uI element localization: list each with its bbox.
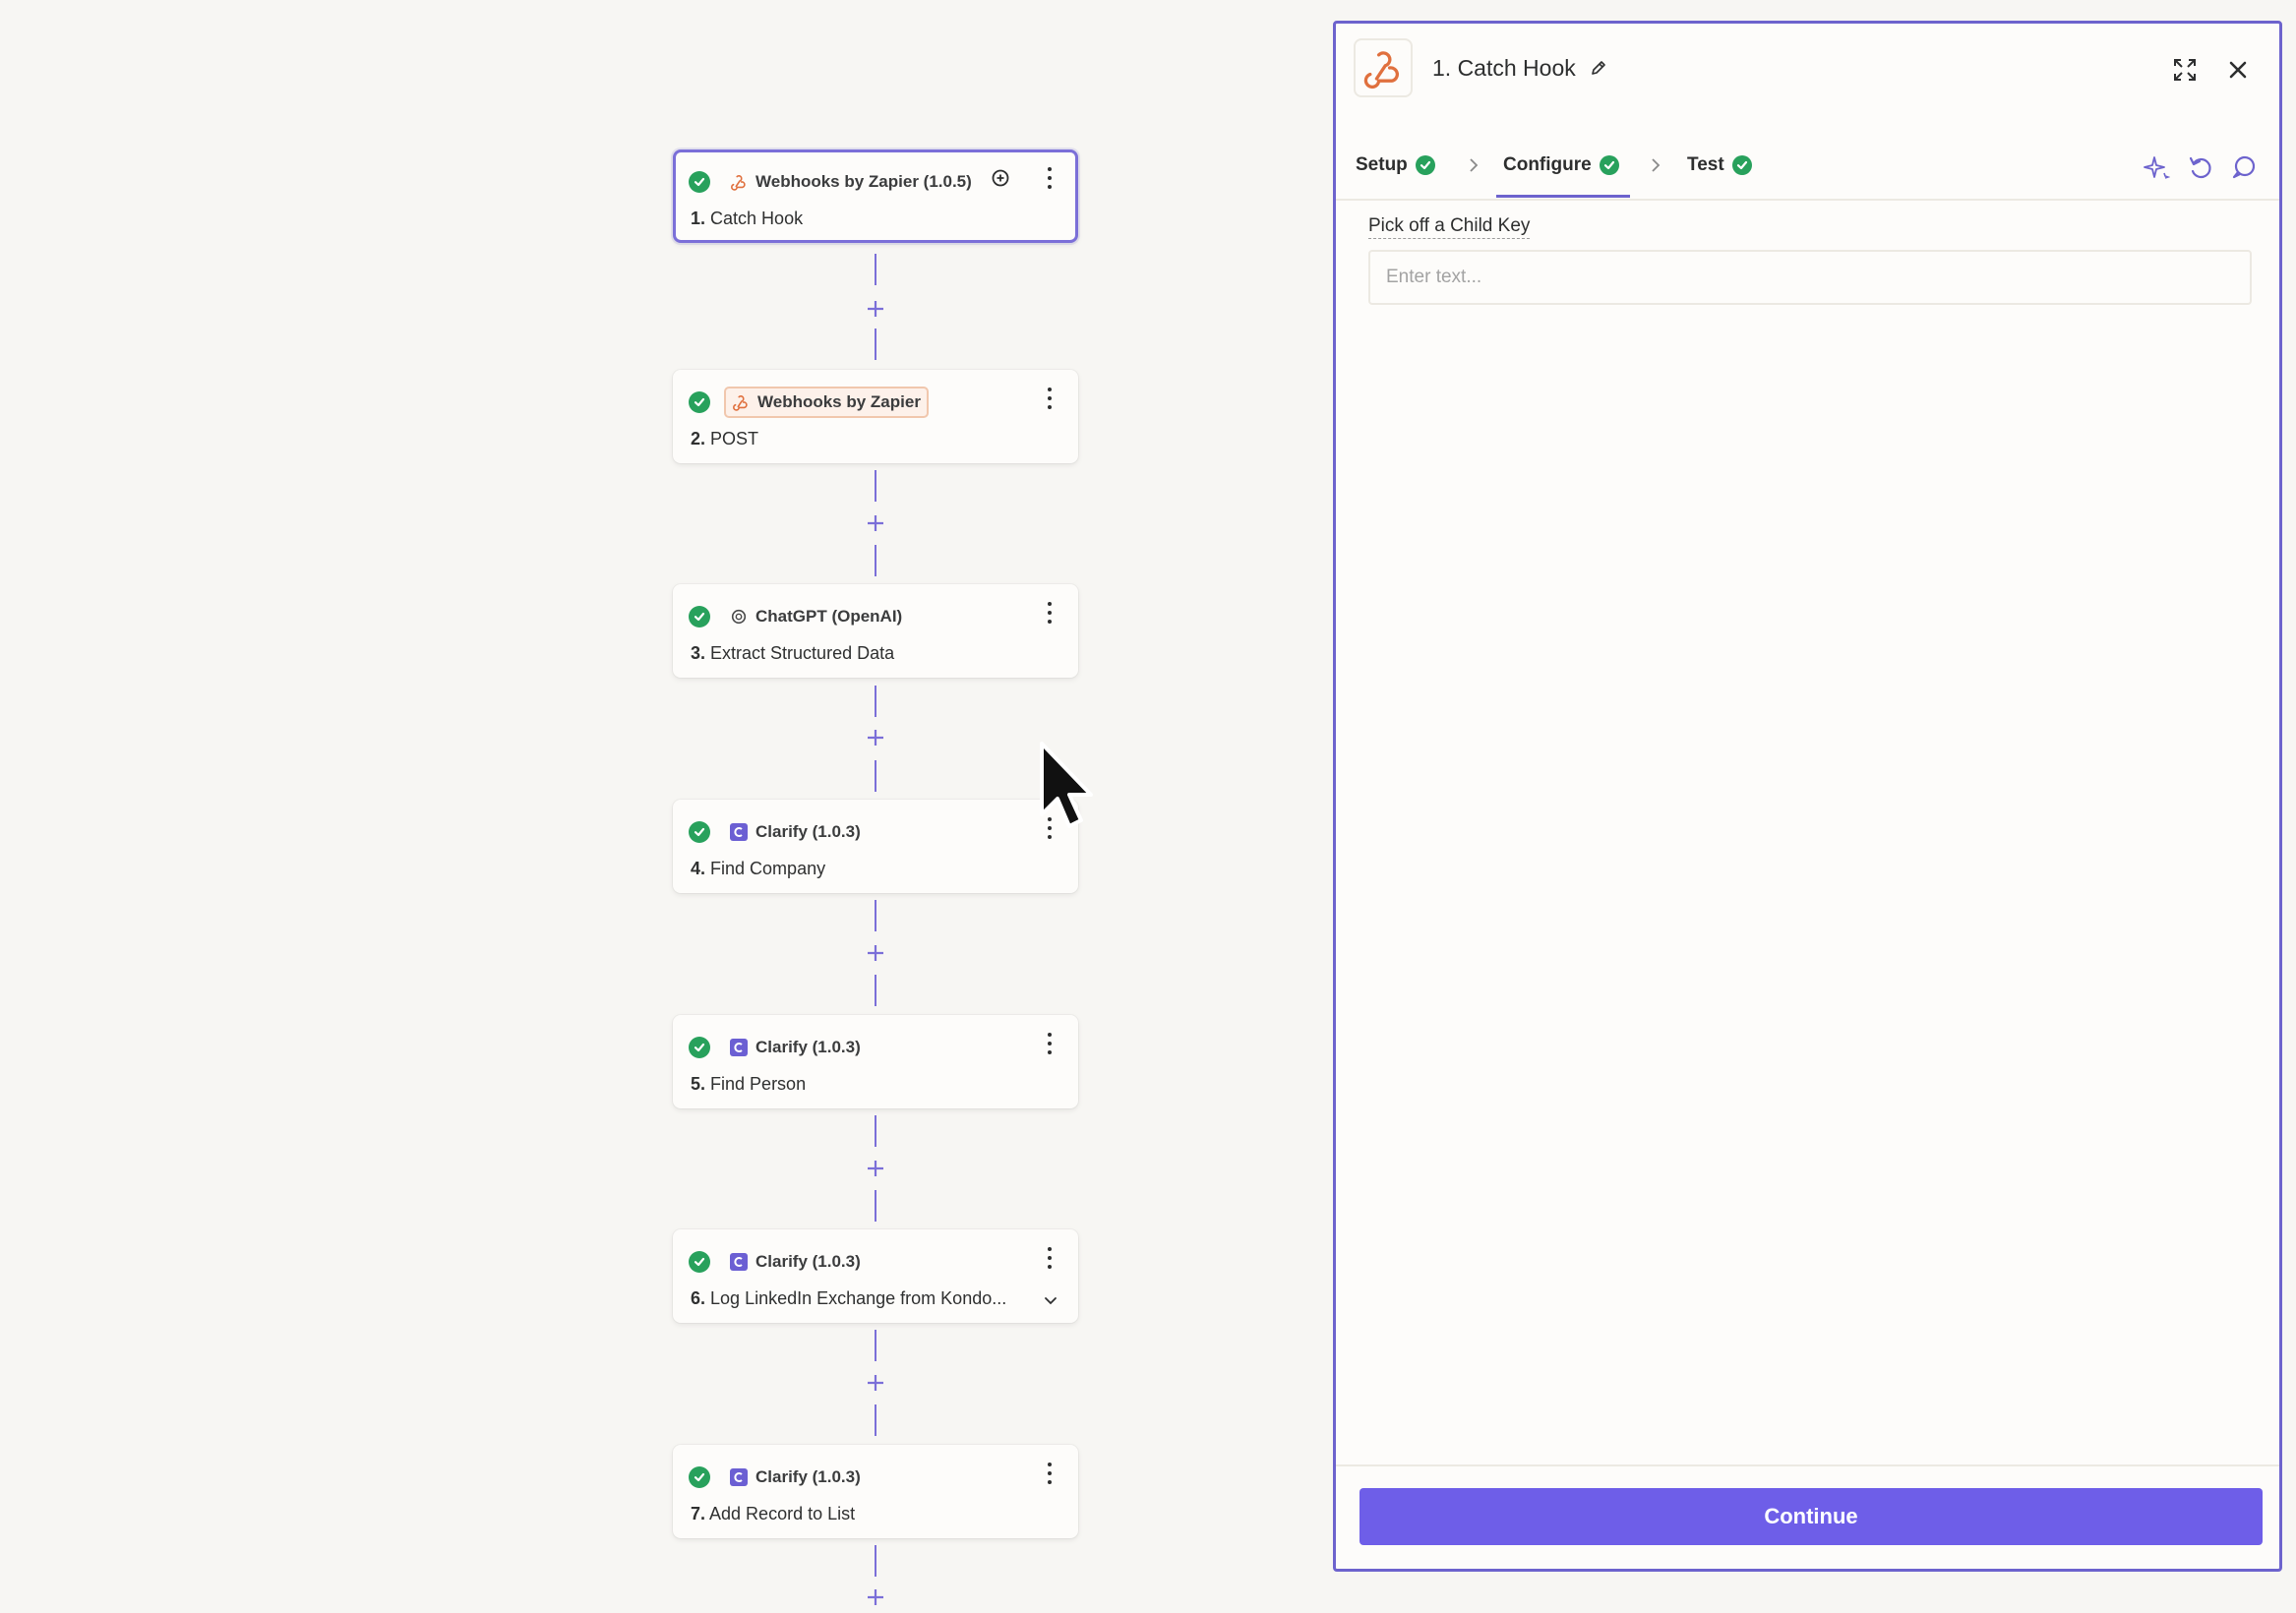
check-icon <box>689 606 710 627</box>
check-icon <box>689 171 710 193</box>
clarify-icon <box>730 1253 748 1271</box>
panel-header: 1. Catch Hook <box>1336 24 2279 118</box>
connector-line <box>875 1330 876 1361</box>
tab-setup[interactable]: Setup <box>1356 149 1435 181</box>
connector-line <box>875 545 876 576</box>
step-title: 2. POST <box>691 429 759 448</box>
connector-line <box>875 1115 876 1147</box>
connector-line <box>875 1190 876 1222</box>
connector-line <box>875 1404 876 1436</box>
kebab-menu-icon[interactable] <box>1045 165 1055 191</box>
connector-line <box>875 975 876 1006</box>
connector-line <box>875 329 876 360</box>
clarify-icon <box>730 1468 748 1486</box>
step-card-3[interactable]: ChatGPT (OpenAI) 3. Extract Structured D… <box>673 584 1078 678</box>
step-card-1[interactable]: Webhooks by Zapier (1.0.5) 1. Catch Hook <box>673 149 1078 243</box>
tab-label: Test <box>1687 154 1724 175</box>
openai-icon <box>730 608 748 626</box>
check-icon <box>689 821 710 843</box>
ai-sparkle-icon[interactable] <box>2143 153 2170 181</box>
app-chip: Clarify (1.0.3) <box>724 818 867 846</box>
step-tabs: Setup Configure Test <box>1336 132 2279 201</box>
check-icon <box>689 1037 710 1058</box>
kebab-menu-icon[interactable] <box>1045 1461 1055 1486</box>
connector-line <box>875 470 876 502</box>
step-card-5[interactable]: Clarify (1.0.3) 5. Find Person <box>673 1015 1078 1108</box>
app-name: Clarify (1.0.3) <box>755 822 861 841</box>
child-key-label: Pick off a Child Key <box>1368 215 1531 239</box>
app-chip: ChatGPT (OpenAI) <box>724 603 908 630</box>
connector-line <box>875 686 876 717</box>
chevron-right-icon <box>1470 158 1479 172</box>
app-name: Clarify (1.0.3) <box>755 1252 861 1271</box>
pencil-icon[interactable] <box>1589 58 1608 78</box>
check-icon <box>1599 155 1619 175</box>
app-chip: Clarify (1.0.3) <box>724 1464 867 1491</box>
step-title: 6. Log LinkedIn Exchange from Kondo... <box>691 1288 1007 1308</box>
step-card-2[interactable]: Webhooks by Zapier 2. POST <box>673 370 1078 463</box>
tab-test[interactable]: Test <box>1687 149 1752 181</box>
active-tab-indicator <box>1496 195 1630 198</box>
app-chip: Webhooks by Zapier (1.0.5) <box>724 168 978 196</box>
mouse-cursor-icon <box>1040 742 1093 828</box>
app-chip: Clarify (1.0.3) <box>724 1248 867 1276</box>
add-step-icon[interactable] <box>866 299 885 319</box>
undo-icon[interactable] <box>2187 153 2214 181</box>
workflow-canvas[interactable]: Webhooks by Zapier (1.0.5) 1. Catch Hook… <box>0 0 1318 1613</box>
chevron-down-icon[interactable] <box>1043 1292 1058 1308</box>
add-step-icon[interactable] <box>866 943 885 963</box>
webhook-icon <box>1354 38 1413 97</box>
continue-button[interactable]: Continue <box>1359 1488 2263 1545</box>
step-details-panel: 1. Catch Hook Setup Configure Test Pick … <box>1333 21 2282 1572</box>
step-title: 3. Extract Structured Data <box>691 643 895 663</box>
tab-label: Configure <box>1503 154 1592 175</box>
kebab-menu-icon[interactable] <box>1045 1031 1055 1056</box>
panel-title[interactable]: 1. Catch Hook <box>1432 55 1576 82</box>
webhook-icon <box>730 173 748 191</box>
app-chip: Clarify (1.0.3) <box>724 1034 867 1061</box>
clarify-icon <box>730 823 748 841</box>
chevron-right-icon <box>1652 158 1661 172</box>
add-step-icon[interactable] <box>866 513 885 533</box>
add-step-icon[interactable] <box>866 1373 885 1393</box>
connector-line <box>875 1545 876 1577</box>
close-icon[interactable] <box>2226 58 2250 82</box>
expand-icon[interactable] <box>2171 56 2199 84</box>
app-name: Webhooks by Zapier <box>757 392 921 411</box>
add-step-icon[interactable] <box>866 1159 885 1178</box>
step-card-4[interactable]: Clarify (1.0.3) 4. Find Company <box>673 800 1078 893</box>
panel-footer: Continue <box>1336 1464 2279 1569</box>
step-card-7[interactable]: Clarify (1.0.3) 7. Add Record to List <box>673 1445 1078 1538</box>
tab-label: Setup <box>1356 154 1408 175</box>
connector-line <box>875 254 876 285</box>
step-title: 4. Find Company <box>691 859 826 878</box>
check-icon <box>689 1466 710 1488</box>
webhook-icon <box>732 393 750 411</box>
add-circle-icon[interactable] <box>991 168 1010 188</box>
step-title: 1. Catch Hook <box>691 209 804 228</box>
step-card-6[interactable]: Clarify (1.0.3) 6. Log LinkedIn Exchange… <box>673 1229 1078 1323</box>
app-name: Clarify (1.0.3) <box>755 1467 861 1486</box>
step-title: 7. Add Record to List <box>691 1504 856 1523</box>
check-icon <box>689 391 710 413</box>
kebab-menu-icon[interactable] <box>1045 386 1055 411</box>
app-chip: Webhooks by Zapier <box>724 387 929 418</box>
app-name: Clarify (1.0.3) <box>755 1038 861 1056</box>
check-icon <box>1731 155 1752 175</box>
app-name: ChatGPT (OpenAI) <box>755 607 903 626</box>
connector-line <box>875 900 876 931</box>
app-name: Webhooks by Zapier (1.0.5) <box>755 172 972 191</box>
kebab-menu-icon[interactable] <box>1045 1245 1055 1271</box>
tab-configure[interactable]: Configure <box>1503 149 1619 181</box>
add-step-icon[interactable] <box>866 728 885 747</box>
check-icon <box>1415 155 1435 175</box>
step-title: 5. Find Person <box>691 1074 807 1094</box>
add-step-icon[interactable] <box>866 1587 885 1607</box>
clarify-icon <box>730 1039 748 1056</box>
kebab-menu-icon[interactable] <box>1045 600 1055 626</box>
comment-icon[interactable] <box>2230 153 2258 181</box>
check-icon <box>689 1251 710 1273</box>
connector-line <box>875 760 876 792</box>
child-key-input[interactable] <box>1368 250 2252 305</box>
